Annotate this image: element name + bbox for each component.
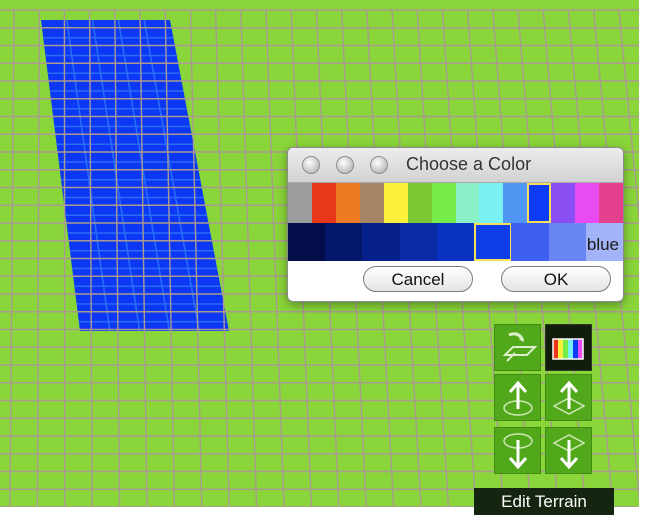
hue-swatch-sky[interactable] xyxy=(503,183,528,223)
hue-swatch-turquoise[interactable] xyxy=(455,183,480,223)
raise-circle-icon xyxy=(503,380,533,416)
shade-swatch[interactable] xyxy=(399,223,438,261)
zoom-window-button[interactable] xyxy=(370,156,388,174)
dialog-titlebar[interactable]: Choose a Color xyxy=(288,148,623,183)
color-picker-tool[interactable] xyxy=(545,324,592,371)
paint-tile-tool[interactable] xyxy=(494,324,541,371)
hue-swatch-gray[interactable] xyxy=(288,183,312,223)
hue-swatch-brown[interactable] xyxy=(359,183,384,223)
hue-swatch-green[interactable] xyxy=(407,183,432,223)
shade-swatch[interactable] xyxy=(436,223,475,261)
hue-swatch-yellow[interactable] xyxy=(383,183,408,223)
edit-terrain-label: Edit Terrain xyxy=(474,488,614,515)
shade-swatch[interactable] xyxy=(325,223,364,261)
raise-diamond-icon xyxy=(552,380,586,415)
lower-circle-icon xyxy=(503,433,533,470)
dialog-title: Choose a Color xyxy=(406,154,532,174)
shade-swatch[interactable] xyxy=(288,223,326,261)
ok-button[interactable]: OK xyxy=(501,266,611,292)
minimize-window-button[interactable] xyxy=(336,156,354,174)
cancel-button[interactable]: Cancel xyxy=(363,266,473,292)
hue-swatch-lime[interactable] xyxy=(431,183,456,223)
hue-swatch-red[interactable] xyxy=(311,183,336,223)
hue-swatch-pink[interactable] xyxy=(599,183,623,223)
selected-color-name: blue xyxy=(586,235,619,254)
lower-diamond-icon xyxy=(552,434,586,470)
shade-swatch[interactable] xyxy=(474,223,513,261)
shade-palette-row: blue xyxy=(288,223,623,261)
shade-swatch[interactable] xyxy=(511,223,550,261)
shade-swatch[interactable] xyxy=(548,223,587,261)
raise-ground-tool[interactable] xyxy=(494,374,541,421)
hue-swatch-violet[interactable] xyxy=(551,183,576,223)
lower-ground-tool[interactable] xyxy=(494,427,541,474)
window-edge-right xyxy=(639,0,652,515)
raise-diamond-tool[interactable] xyxy=(545,374,592,421)
color-chooser-dialog[interactable]: Choose a Color blue Cancel OK xyxy=(287,147,624,302)
hue-swatch-orange[interactable] xyxy=(335,183,360,223)
hue-swatch-blue[interactable] xyxy=(527,183,552,223)
lower-diamond-tool[interactable] xyxy=(545,427,592,474)
color-spectrum-icon xyxy=(552,338,584,360)
shade-swatch[interactable] xyxy=(362,223,401,261)
paint-bucket-icon xyxy=(502,332,538,362)
close-window-button[interactable] xyxy=(302,156,320,174)
hue-swatch-magenta[interactable] xyxy=(575,183,600,223)
hue-palette-row xyxy=(288,183,623,223)
hue-swatch-cyan[interactable] xyxy=(479,183,504,223)
